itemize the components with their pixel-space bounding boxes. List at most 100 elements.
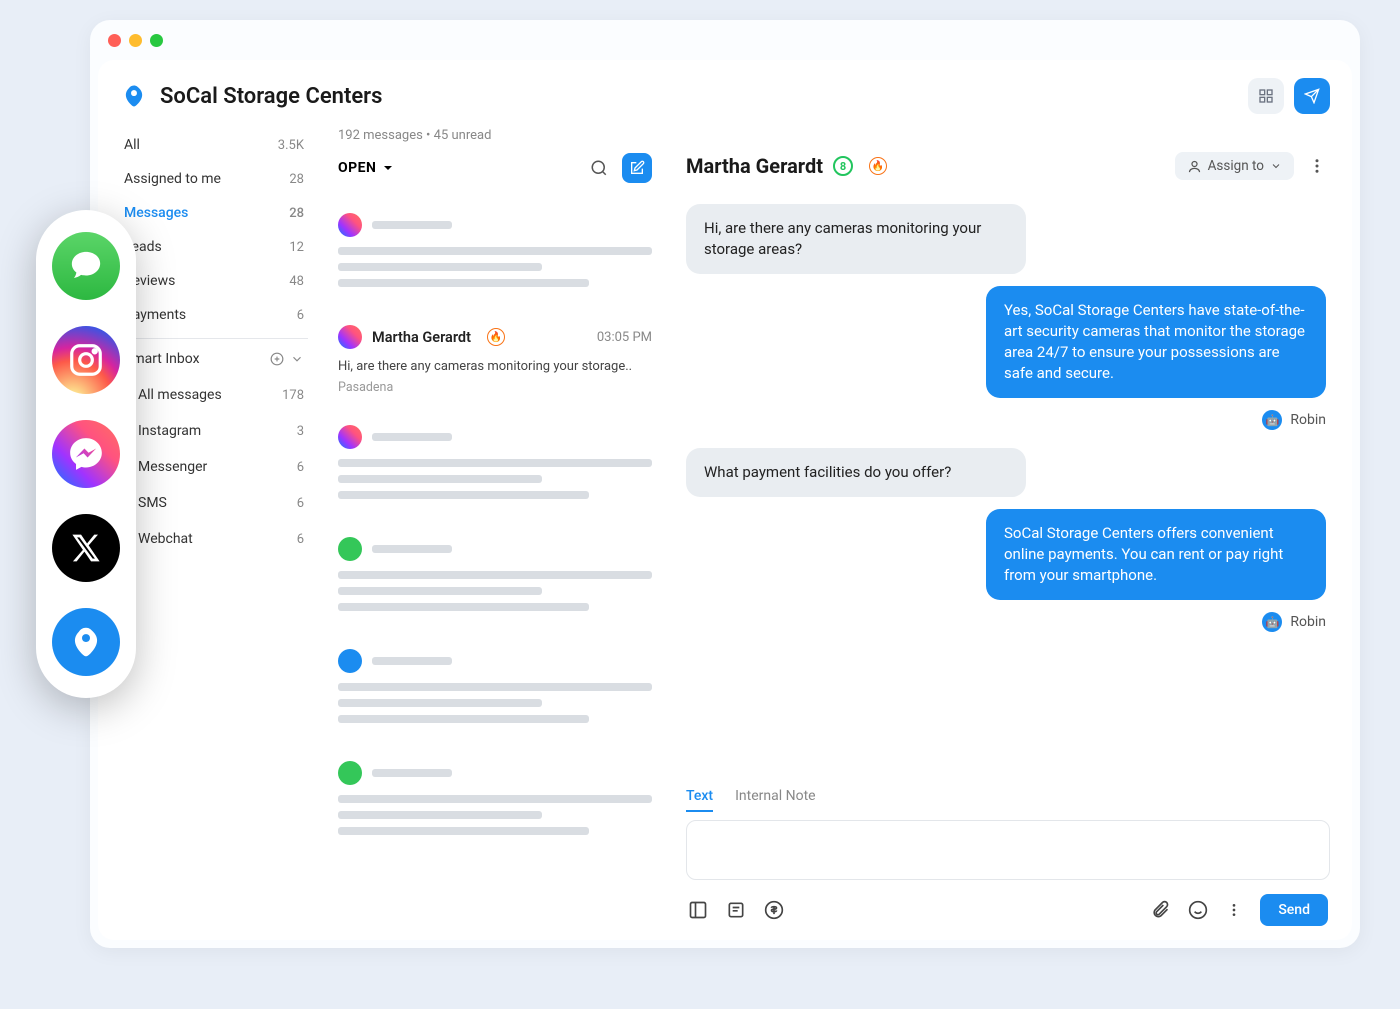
tab-text[interactable]: Text [686,788,713,812]
note-icon[interactable] [726,900,746,920]
incoming-message: What payment facilities do you offer? [686,448,1026,497]
skeleton-line [338,811,542,819]
sidebar: All 3.5K Assigned to me28 Messages28 Lead… [120,128,320,930]
sidebar-item-reviews[interactable]: Reviews48 [120,264,308,298]
list-meta-text: 192 messages • 45 unread [338,128,652,143]
sidebar-label: All [124,137,140,153]
compose-tabs: Text Internal Note [686,788,1330,812]
conversation-item[interactable]: Martha Gerardt🔥03:05 PMHi, are there any… [338,313,652,413]
conversation-item[interactable] [338,525,652,637]
compose-input[interactable] [686,820,1330,880]
skeleton-line [338,795,652,803]
agent-name: Robin [1290,614,1326,630]
messenger-icon [338,213,362,237]
more-options-icon[interactable] [1226,902,1242,918]
incoming-message: Hi, are there any cameras monitoring you… [686,204,1026,274]
sidebar-item-all[interactable]: All 3.5K [120,128,308,162]
send-message-button[interactable]: Send [1260,894,1328,926]
close-window-icon[interactable] [108,34,121,47]
conversation-name: Martha Gerardt [372,329,471,346]
sidebar-count: 12 [289,240,304,255]
chat-panel: Martha Gerardt 8 🔥 Assign to Hi, are the… [670,128,1330,930]
assign-button[interactable]: Assign to [1175,152,1294,180]
channel-count: 6 [297,460,304,475]
send-button[interactable] [1294,78,1330,114]
conversation-item[interactable] [338,749,652,861]
agent-tag: 🤖 Robin [1262,612,1326,632]
robot-icon: 🤖 [1262,410,1282,430]
skeleton-line [372,769,452,777]
channel-label: SMS [138,495,167,511]
person-icon [1187,159,1202,174]
channel-count: 6 [297,496,304,511]
more-menu-button[interactable] [1304,153,1330,179]
tab-internal-note[interactable]: Internal Note [735,788,816,812]
compose-button[interactable] [622,153,652,183]
sidebar-item-assigned[interactable]: Assigned to me28 [120,162,308,196]
skeleton-line [338,571,652,579]
template-icon[interactable] [688,900,708,920]
outgoing-message: Yes, SoCal Storage Centers have state-of… [986,286,1326,398]
x-app-icon[interactable] [52,514,120,582]
minimize-window-icon[interactable] [129,34,142,47]
filter-down-icon [382,162,394,174]
score-badge: 8 [833,156,853,176]
emoji-icon[interactable] [1188,900,1208,920]
messenger-app-icon[interactable] [52,420,120,488]
channel-label: All messages [138,387,222,403]
sidebar-item-leads[interactable]: Leads12 [120,230,308,264]
channel-messenger[interactable]: Messenger 6 [120,449,308,485]
skeleton-line [338,279,589,287]
skeleton-line [338,247,652,255]
channel-instagram[interactable]: Instagram 3 [120,413,308,449]
sms-app-icon[interactable] [52,232,120,300]
app-logo-icon [120,82,148,110]
channel-rail [36,210,136,698]
conversation-item[interactable] [338,201,652,313]
birdeye-app-icon[interactable] [52,608,120,676]
robot-icon: 🤖 [1262,612,1282,632]
sms-icon [338,537,362,561]
skeleton-line [372,657,452,665]
channel-label: Webchat [138,531,193,547]
skeleton-line [338,475,542,483]
sidebar-item-messages[interactable]: Messages28 [120,196,308,230]
messenger-icon [338,325,362,349]
skeleton-line [372,433,452,441]
skeleton-line [338,603,589,611]
sidebar-label: Assigned to me [124,171,221,187]
plus-icon[interactable] [270,352,284,366]
search-button[interactable] [584,153,614,183]
maximize-window-icon[interactable] [150,34,163,47]
conversation-location: Pasadena [338,380,652,395]
sidebar-count: 48 [289,274,304,289]
messenger-icon [338,425,362,449]
channel-label: Instagram [138,423,201,439]
sidebar-item-payments[interactable]: Payments6 [120,298,308,332]
grid-view-button[interactable] [1248,78,1284,114]
assign-label: Assign to [1208,158,1264,174]
status-filter[interactable]: OPEN [338,160,394,176]
sidebar-count: 3.5K [278,138,304,153]
bird-icon [338,649,362,673]
channel-all-messages[interactable]: All messages178 [120,377,308,413]
chevron-down-icon[interactable] [290,352,304,366]
channel-count: 3 [297,424,304,439]
titlebar [90,20,1360,60]
attachment-icon[interactable] [1150,900,1170,920]
skeleton-line [338,587,542,595]
conversation-item[interactable] [338,637,652,749]
conversation-item[interactable] [338,413,652,525]
instagram-app-icon[interactable] [52,326,120,394]
sidebar-count: 6 [297,308,304,323]
agent-name: Robin [1290,412,1326,428]
payment-icon[interactable] [764,900,784,920]
skeleton-line [338,715,589,723]
channel-sms[interactable]: SMS 6 [120,485,308,521]
channel-label: Messenger [138,459,207,475]
channel-webchat[interactable]: Webchat6 [120,521,308,557]
sidebar-label: Messages [124,205,188,221]
sidebar-group-header[interactable]: Smart Inbox [120,338,308,377]
sms-icon [338,761,362,785]
skeleton-line [338,699,542,707]
